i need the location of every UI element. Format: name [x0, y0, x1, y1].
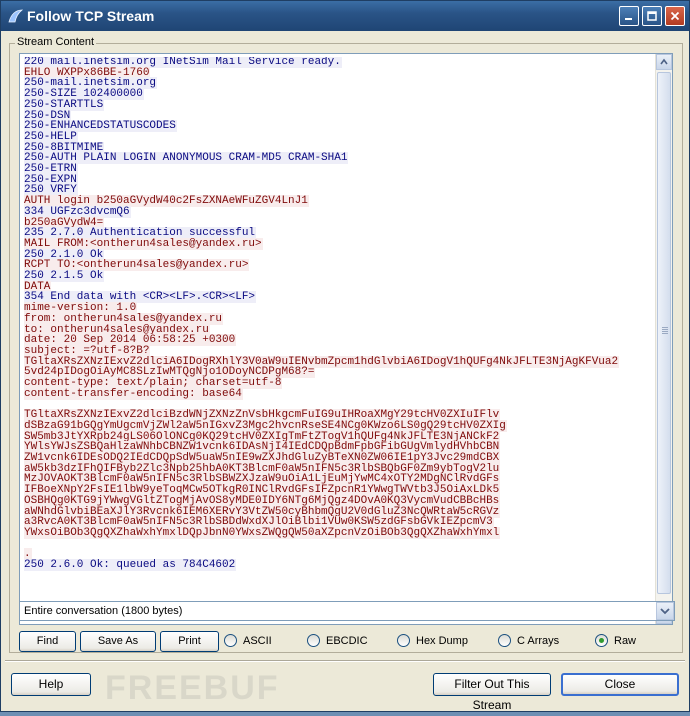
maximize-button[interactable]	[642, 6, 662, 26]
radio-circle	[307, 633, 320, 647]
scroll-up-button[interactable]	[656, 54, 672, 70]
minimize-icon	[625, 18, 632, 20]
filter-out-stream-button[interactable]: Filter Out This Stream	[433, 673, 551, 712]
separator	[5, 660, 685, 662]
server-line: 250-SIZE 102400000	[24, 88, 656, 101]
stream-line-text: OSBHQg0KTG9jYWwgVGltZTogMjAvOS8yMDE0IDY6…	[24, 494, 501, 507]
format-radio-label: C Arrays	[517, 635, 560, 647]
client-line: dSBzaG91bGQgYmUgcmVjZWl2aW5nIGxvZ3Mgc2hv…	[24, 419, 656, 432]
stream-line-text: 250-STARTTLS	[24, 98, 105, 111]
server-line: 250-STARTTLS	[24, 98, 656, 111]
server-line: 250-EXPN	[24, 173, 656, 186]
save-as-button-label: Save As	[97, 635, 139, 647]
radio-circle	[224, 633, 237, 647]
blank-line	[24, 539, 656, 550]
server-line: 250-HELP	[24, 130, 656, 143]
format-radio-label: EBCDIC	[326, 635, 368, 647]
server-line: 250 2.1.5 Ok	[24, 270, 656, 283]
client-line: MAIL FROM:<ontherun4sales@yandex.ru>	[24, 237, 656, 250]
format-radio-c-arrays[interactable]: C Arrays	[498, 633, 560, 650]
minimize-button[interactable]	[619, 6, 639, 26]
format-radio-ascii[interactable]: ASCII	[224, 633, 272, 650]
wireshark-fin-icon	[8, 9, 23, 23]
find-button-label: Find	[36, 635, 59, 647]
title-bar[interactable]: Follow TCP Stream	[1, 1, 689, 31]
client-line: from: ontherun4sales@yandex.ru	[24, 312, 656, 325]
server-line: 250-ENHANCEDSTATUSCODES	[24, 120, 656, 133]
client-line: OSBHQg0KTG9jYWwgVGltZTogMjAvOS8yMDE0IDY6…	[24, 494, 656, 507]
help-button-label: Help	[38, 677, 64, 691]
dropdown-button[interactable]	[656, 602, 674, 620]
chevron-down-icon	[660, 608, 670, 615]
filter-out-stream-button-label: Filter Out This Stream	[454, 677, 530, 712]
window-title: Follow TCP Stream	[27, 8, 155, 24]
server-line: 250 2.6.0 Ok: queued as 784C4602	[24, 559, 656, 571]
stream-line-text: content-transfer-encoding: base64	[24, 387, 243, 400]
watermark: FREEBUF	[105, 669, 280, 707]
client-line: YWxsOiBOb3QgQXZhaWxhYmxlDQpJbnN0YWxsZWQg…	[24, 526, 656, 539]
radio-circle	[397, 633, 410, 647]
format-radio-label: Raw	[614, 635, 637, 647]
close-icon	[670, 11, 680, 21]
scroll-thumb[interactable]	[657, 72, 671, 594]
format-radio-raw[interactable]: Raw	[595, 633, 637, 650]
print-button-label: Print	[178, 635, 201, 647]
dialog-body: Stream Content 220 mail.inetsim.org INet…	[5, 31, 685, 712]
close-button-label: Close	[604, 677, 636, 691]
format-radio-label: ASCII	[243, 635, 272, 647]
print-button[interactable]: Print	[160, 631, 219, 652]
stream-content-label: Stream Content	[15, 36, 97, 48]
server-line: 334 UGFzc3dvcmQ6	[24, 205, 656, 218]
conversation-selector-value: Entire conversation (1800 bytes)	[24, 605, 183, 617]
radio-circle-selected	[595, 633, 608, 647]
server-line: 250-AUTH PLAIN LOGIN ANONYMOUS CRAM-MD5 …	[24, 152, 656, 165]
find-button[interactable]: Find	[19, 631, 76, 652]
stream-content-text[interactable]: 220 mail.inetsim.org INetSim Mail Servic…	[19, 53, 673, 625]
format-radio-ebcdic[interactable]: EBCDIC	[307, 633, 368, 650]
maximize-icon	[647, 11, 657, 21]
format-radio-hex-dump[interactable]: Hex Dump	[397, 633, 468, 650]
vertical-scrollbar[interactable]	[655, 54, 672, 624]
client-line: content-transfer-encoding: base64	[24, 387, 656, 400]
follow-tcp-stream-window: Follow TCP Stream Stream Content 220 mai…	[0, 0, 690, 712]
radio-circle	[498, 633, 511, 647]
server-line: 250-ETRN	[24, 163, 656, 176]
close-window-button[interactable]	[665, 6, 685, 26]
help-button[interactable]: Help	[11, 673, 91, 696]
save-as-button[interactable]: Save As	[80, 631, 156, 652]
client-line: RCPT TO:<ontherun4sales@yandex.ru>	[24, 259, 656, 272]
stream-line-text: YWxsOiBOb3QgQXZhaWxhYmxlDQpJbnN0YWxsZWQg…	[24, 526, 501, 539]
stream-line-text: 250 2.6.0 Ok: queued as 784C4602	[24, 559, 237, 571]
format-radio-label: Hex Dump	[416, 635, 468, 647]
conversation-selector[interactable]: Entire conversation (1800 bytes)	[19, 601, 675, 621]
chevron-up-icon	[660, 58, 668, 65]
close-button[interactable]: Close	[561, 673, 679, 696]
stream-lines: 220 mail.inetsim.org INetSim Mail Servic…	[24, 57, 656, 571]
